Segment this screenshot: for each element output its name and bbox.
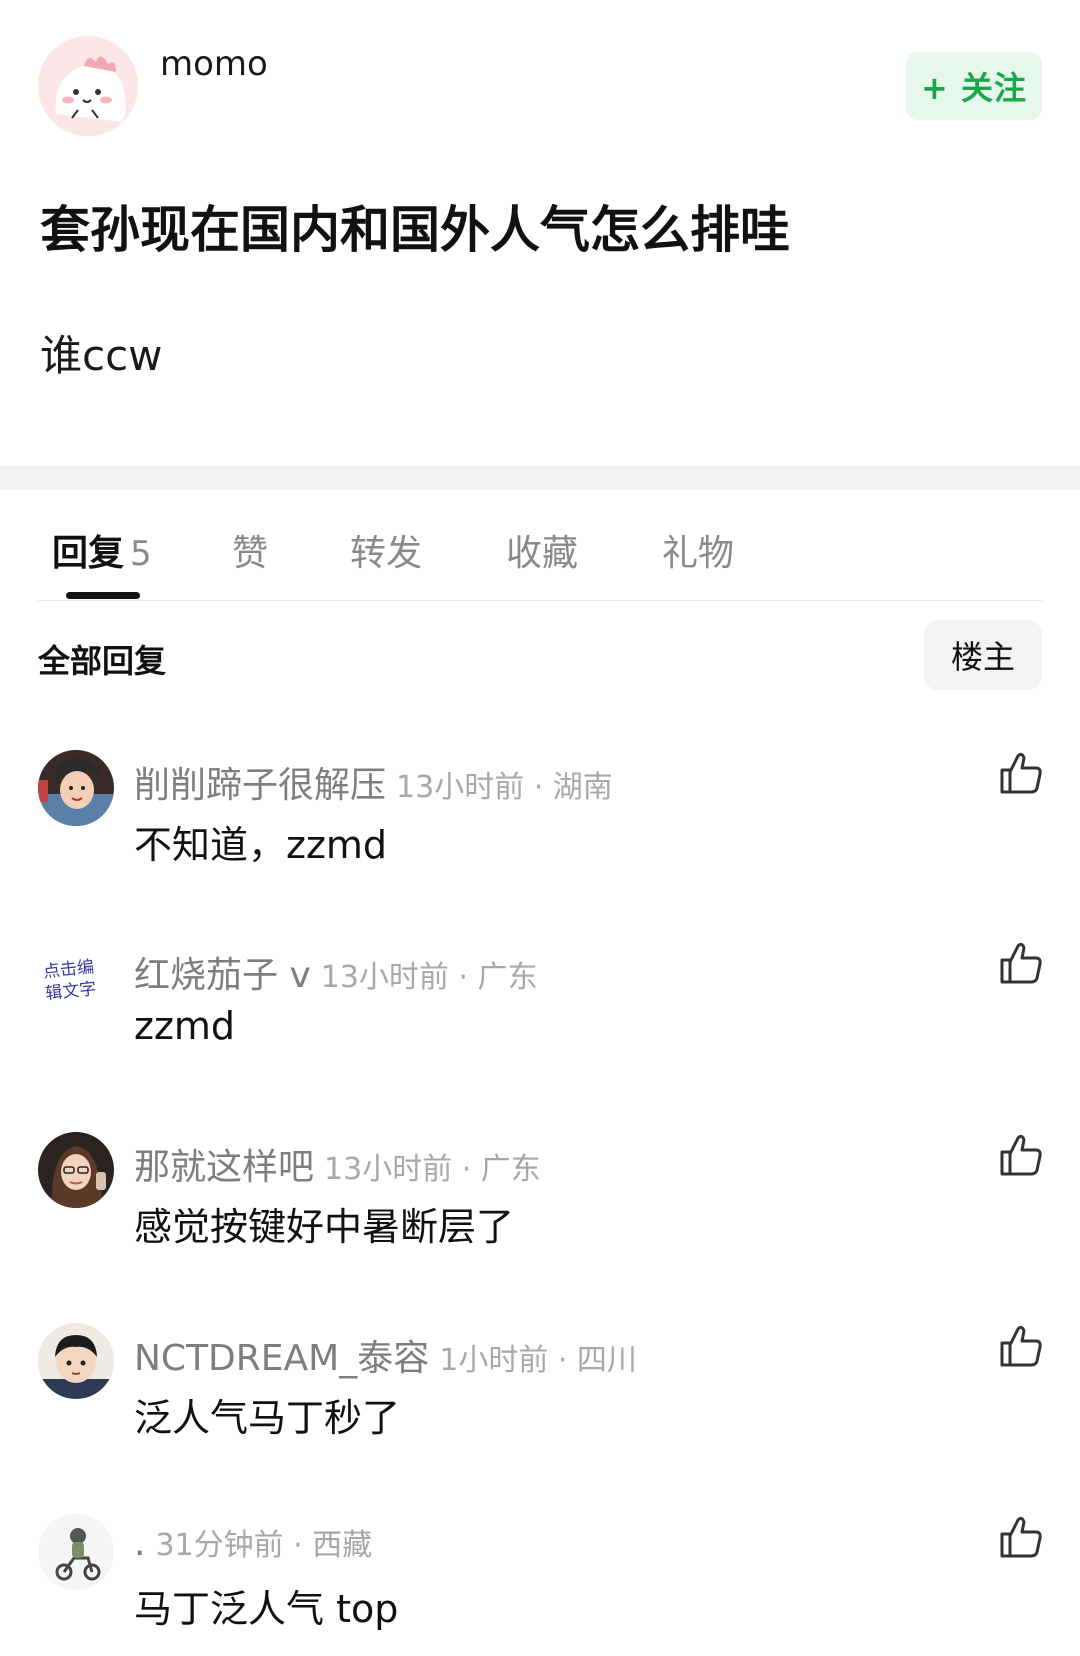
comment-item: 点击编 辑文字 红烧茄子 v 13小时前 · 广东 zzmd bbox=[0, 940, 1080, 1130]
tab-reposts[interactable]: 转发 bbox=[350, 524, 422, 576]
commenter-avatar[interactable] bbox=[38, 1514, 114, 1590]
comment-text: zzmd bbox=[134, 1004, 236, 1048]
comment-time-location: 31分钟前 · 西藏 bbox=[155, 1528, 373, 1563]
tab-replies[interactable]: 回复 5 bbox=[52, 524, 152, 576]
tab-gifts[interactable]: 礼物 bbox=[662, 524, 734, 576]
thumbs-up-icon[interactable] bbox=[998, 1132, 1044, 1178]
comment-meta: 削削蹄子很解压 13小时前 · 湖南 bbox=[134, 756, 613, 808]
comment-time-location: 13小时前 · 湖南 bbox=[396, 770, 613, 805]
comment-meta: 那就这样吧 13小时前 · 广东 bbox=[134, 1138, 541, 1190]
comment-item: . 31分钟前 · 西藏 马丁泛人气 top bbox=[0, 1514, 1080, 1656]
comment-item: NCTDREAM_泰容 1小时前 · 四川 泛人气马丁秒了 bbox=[0, 1323, 1080, 1513]
all-replies-title: 全部回复 bbox=[38, 642, 167, 680]
tab-replies-label: 回复 bbox=[52, 533, 125, 574]
comment-text: 不知道，zzmd bbox=[134, 823, 388, 867]
comment-meta: . 31分钟前 · 西藏 bbox=[134, 1520, 372, 1564]
author-name[interactable]: momo bbox=[160, 44, 268, 84]
post-body: 谁ccw bbox=[40, 331, 163, 380]
comment-meta: 红烧茄子 v 13小时前 · 广东 bbox=[134, 946, 538, 998]
commenter-name[interactable]: 红烧茄子 v bbox=[134, 955, 311, 996]
comment-text: 感觉按键好中暑断层了 bbox=[134, 1205, 515, 1249]
section-divider bbox=[0, 466, 1080, 490]
child-photo-icon bbox=[38, 750, 114, 826]
commenter-name[interactable]: . bbox=[134, 1523, 145, 1564]
thumbs-up-icon[interactable] bbox=[998, 1514, 1044, 1560]
comment-time-location: 1小时前 · 四川 bbox=[439, 1343, 637, 1378]
replies-header: 全部回复 楼主 bbox=[0, 620, 1080, 692]
commenter-name[interactable]: NCTDREAM_泰容 bbox=[134, 1338, 429, 1379]
tab-bar: 回复 5 赞 转发 收藏 礼物 bbox=[0, 490, 1080, 602]
cute-creature-icon bbox=[38, 36, 138, 136]
comment-text: 马丁泛人气 top bbox=[134, 1587, 399, 1631]
thumbs-up-icon[interactable] bbox=[998, 940, 1044, 986]
tab-divider bbox=[38, 600, 1042, 601]
woman-photo-icon bbox=[38, 1132, 114, 1208]
comment-meta: NCTDREAM_泰容 1小时前 · 四川 bbox=[134, 1329, 637, 1381]
follow-button[interactable]: + 关注 bbox=[906, 52, 1042, 120]
commenter-avatar[interactable] bbox=[38, 1323, 114, 1399]
edit-text-placeholder-icon: 点击编 辑文字 bbox=[38, 940, 114, 1016]
scooter-rider-icon bbox=[38, 1514, 114, 1590]
tab-replies-count: 5 bbox=[130, 534, 152, 574]
comment-item: 削削蹄子很解压 13小时前 · 湖南 不知道，zzmd bbox=[0, 750, 1080, 940]
comment-time-location: 13小时前 · 广东 bbox=[324, 1152, 541, 1187]
active-tab-indicator bbox=[66, 592, 140, 599]
commenter-name[interactable]: 那就这样吧 bbox=[134, 1147, 314, 1188]
thumbs-up-icon[interactable] bbox=[998, 1323, 1044, 1369]
commenter-avatar[interactable] bbox=[38, 750, 114, 826]
commenter-name[interactable]: 削削蹄子很解压 bbox=[134, 765, 386, 806]
tab-likes[interactable]: 赞 bbox=[232, 524, 268, 576]
post-detail-page: momo + 关注 套孙现在国内和国外人气怎么排哇 谁ccw 回复 5 赞 转发 … bbox=[0, 0, 1080, 1656]
commenter-avatar[interactable] bbox=[38, 1132, 114, 1208]
boy-photo-icon bbox=[38, 1323, 114, 1399]
comment-item: 那就这样吧 13小时前 · 广东 感觉按键好中暑断层了 bbox=[0, 1132, 1080, 1322]
tab-favorites[interactable]: 收藏 bbox=[506, 524, 578, 576]
op-only-filter-button[interactable]: 楼主 bbox=[924, 620, 1042, 690]
author-avatar[interactable] bbox=[38, 36, 138, 136]
comment-time-location: 13小时前 · 广东 bbox=[320, 960, 538, 995]
post-title: 套孙现在国内和国外人气怎么排哇 bbox=[40, 201, 790, 259]
thumbs-up-icon[interactable] bbox=[998, 750, 1044, 796]
post-header: momo + 关注 套孙现在国内和国外人气怎么排哇 谁ccw bbox=[0, 0, 1080, 466]
commenter-avatar[interactable]: 点击编 辑文字 bbox=[38, 940, 114, 1016]
comment-text: 泛人气马丁秒了 bbox=[134, 1396, 401, 1440]
